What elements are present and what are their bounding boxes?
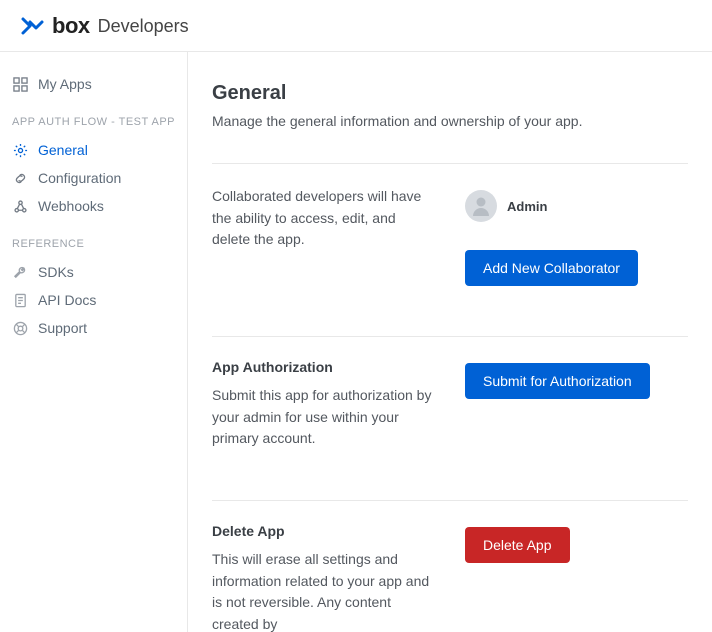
collaborator-row: Admin [465,190,547,222]
link-icon [12,170,28,186]
sidebar-item-label: API Docs [38,292,96,308]
collaborator-name: Admin [507,199,547,214]
add-collaborator-button[interactable]: Add New Collaborator [465,250,638,286]
sidebar-section-ref-header: REFERENCE [0,238,187,258]
document-icon [12,292,28,308]
sidebar-item-apidocs[interactable]: API Docs [0,286,187,314]
sidebar-item-sdks[interactable]: SDKs [0,258,187,286]
sidebar-item-myapps[interactable]: My Apps [0,70,187,98]
delete-app-card: Delete App This will erase all settings … [212,500,688,632]
avatar-icon [465,190,497,222]
sidebar-item-label: My Apps [38,76,92,92]
authorization-description: Submit this app for authorization by you… [212,385,435,450]
grid-icon [12,76,28,92]
page-title: General [212,82,688,105]
sidebar-item-label: Webhooks [38,198,104,214]
sidebar-item-label: Support [38,320,87,336]
collaborators-description: Collaborated developers will have the ab… [212,186,435,251]
main-content: General Manage the general information a… [188,52,712,632]
submit-authorization-button[interactable]: Submit for Authorization [465,363,650,399]
brand-sub-text: Developers [98,16,189,37]
sidebar-item-label: SDKs [38,264,74,280]
wrench-icon [12,264,28,280]
delete-app-title: Delete App [212,523,435,539]
delete-app-button[interactable]: Delete App [465,527,570,563]
main-layout: My Apps APP AUTH FLOW - TEST APP General [0,52,712,632]
global-header: box Developers [0,0,712,52]
support-icon [12,320,28,336]
authorization-title: App Authorization [212,359,435,375]
sidebar: My Apps APP AUTH FLOW - TEST APP General [0,52,188,632]
sidebar-section-reference: REFERENCE SDKs API Docs [0,238,187,342]
sidebar-item-general[interactable]: General [0,136,187,164]
authorization-card: App Authorization Submit this app for au… [212,336,688,500]
sidebar-section-myapps: My Apps [0,70,187,98]
brand-logo-icon [20,16,46,36]
sidebar-item-label: General [38,142,88,158]
sidebar-item-label: Configuration [38,170,121,186]
collaborators-card: Collaborated developers will have the ab… [212,163,688,336]
brand-text: box [52,13,90,39]
sidebar-item-webhooks[interactable]: Webhooks [0,192,187,220]
sidebar-item-configuration[interactable]: Configuration [0,164,187,192]
sidebar-section-app-header: APP AUTH FLOW - TEST APP [0,116,187,136]
delete-app-description: This will erase all settings and informa… [212,549,435,632]
sidebar-section-app: APP AUTH FLOW - TEST APP General [0,116,187,220]
page-description: Manage the general information and owner… [212,113,688,129]
sidebar-item-support[interactable]: Support [0,314,187,342]
webhook-icon [12,198,28,214]
gear-icon [12,142,28,158]
